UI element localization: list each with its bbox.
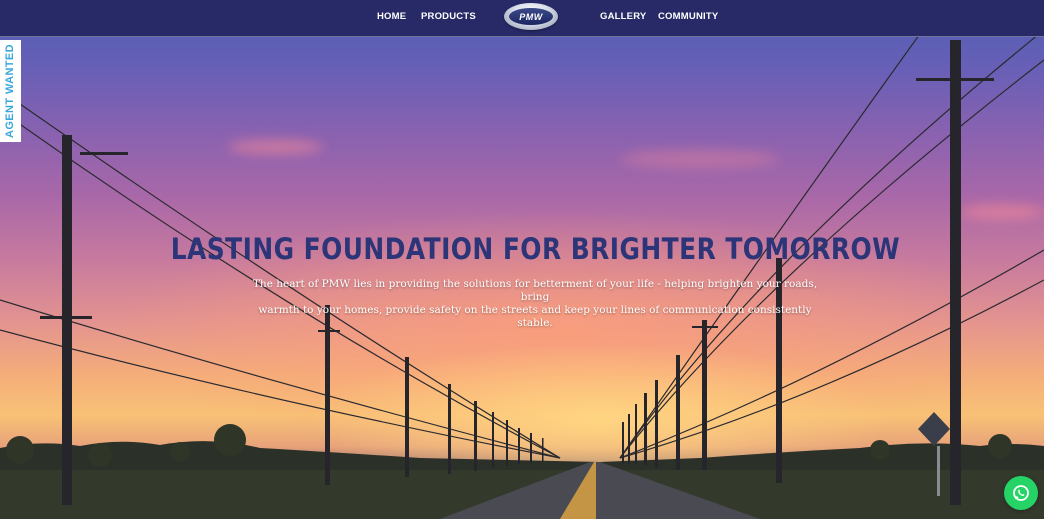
nav-products-link[interactable]: PRODUCTS [421, 11, 476, 22]
hero-subtitle-line-2: warmth to your homes, provide safety on … [258, 304, 812, 329]
whatsapp-icon [1013, 485, 1029, 501]
pmw-logo[interactable]: PMW [504, 3, 558, 30]
hero-subtitle-line-1: The heart of PMW lies in providing the s… [252, 278, 818, 303]
agent-wanted-label: AGENT WANTED [4, 43, 17, 139]
nav-home-link[interactable]: HOME [377, 11, 406, 22]
hero-subtitle: The heart of PMW lies in providing the s… [240, 278, 830, 330]
hero-headline: LASTING FOUNDATION FOR BRIGHTER TOMORROW [170, 232, 901, 266]
logo-text: PMW [519, 11, 543, 22]
agent-wanted-tab[interactable]: AGENT WANTED [0, 40, 21, 142]
whatsapp-chat-button[interactable] [1004, 476, 1038, 510]
nav-community-link[interactable]: COMMUNITY [658, 11, 718, 22]
logo-badge: PMW [509, 8, 553, 25]
nav-gallery-link[interactable]: GALLERY [600, 11, 646, 22]
top-nav-bar: HOME PRODUCTS PMW GALLERY COMMUNITY [0, 0, 1044, 37]
